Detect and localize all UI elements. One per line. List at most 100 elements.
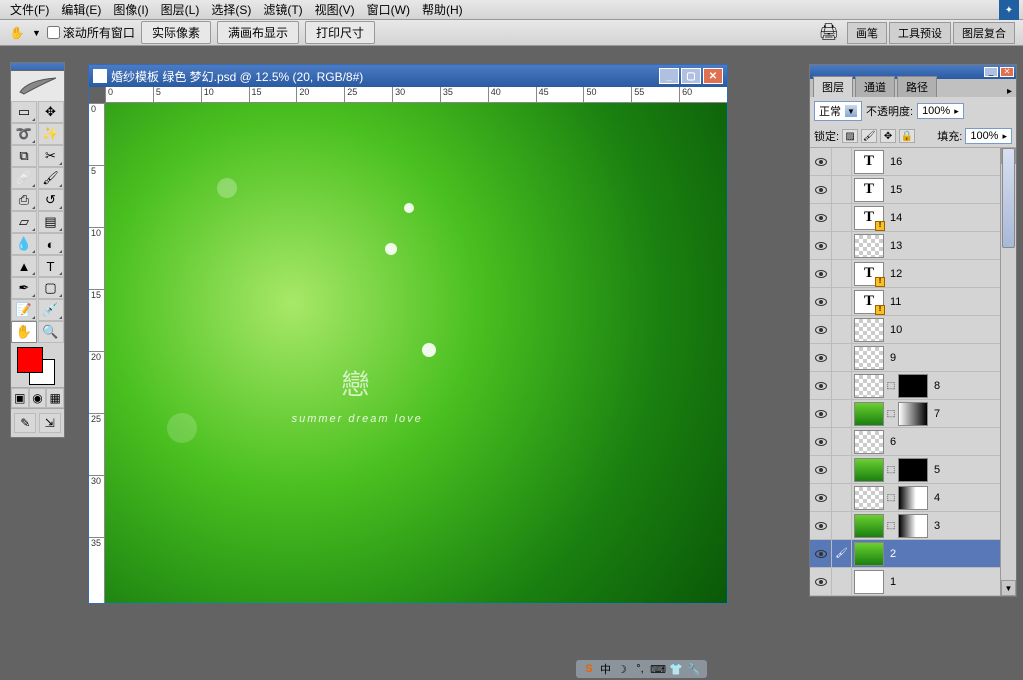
eraser-tool[interactable]: ▱ [11, 211, 37, 233]
layer-visibility-toggle[interactable] [810, 400, 832, 427]
layer-name[interactable]: 2 [886, 548, 896, 560]
menu-select[interactable]: 选择(S) [205, 0, 257, 20]
layer-name[interactable]: 10 [886, 324, 902, 336]
print-size-button[interactable]: 打印尺寸 [305, 21, 375, 44]
layer-link-col[interactable] [832, 568, 852, 595]
hand-tool-icon[interactable]: ✋ [8, 24, 26, 42]
layer-link-col[interactable] [832, 344, 852, 371]
fill-input[interactable]: 100% ▸ [965, 128, 1012, 144]
layer-thumbnail[interactable] [854, 234, 884, 258]
layer-row[interactable]: T!11 [810, 288, 1016, 316]
layer-name[interactable]: 8 [930, 380, 940, 392]
layer-name[interactable]: 3 [930, 520, 940, 532]
layer-row[interactable]: 6 [810, 428, 1016, 456]
layer-link-col[interactable] [832, 484, 852, 511]
fit-screen-button[interactable]: 满画布显示 [217, 21, 299, 44]
layer-visibility-toggle[interactable] [810, 148, 832, 175]
layer-row[interactable]: 13 [810, 232, 1016, 260]
canvas[interactable]: 戀 summer dream love [105, 103, 727, 603]
panel-minimize-icon[interactable]: _ [984, 67, 998, 77]
layer-visibility-toggle[interactable] [810, 232, 832, 259]
mask-link-icon[interactable]: ⬚ [886, 408, 896, 419]
text-layer-icon[interactable]: T! [854, 262, 884, 286]
layer-link-col[interactable] [832, 512, 852, 539]
layer-link-col[interactable] [832, 260, 852, 287]
menu-view[interactable]: 视图(V) [309, 0, 361, 20]
layer-thumbnail[interactable] [854, 318, 884, 342]
mask-link-icon[interactable]: ⬚ [886, 492, 896, 503]
jump-to-icon[interactable]: ⇲ [39, 413, 61, 433]
ruler-horizontal[interactable]: 051015202530354045505560 [105, 87, 727, 103]
document-titlebar[interactable]: 婚纱模板 绿色 梦幻.psd @ 12.5% (20, RGB/8#) _ ▢ … [89, 65, 727, 87]
eyedropper-tool[interactable]: 💉 [38, 299, 64, 321]
ruler-vertical[interactable]: 05101520253035 [89, 103, 105, 603]
layer-mask-thumbnail[interactable] [898, 458, 928, 482]
healing-tool[interactable]: 🩹 [11, 167, 37, 189]
layer-thumbnail[interactable] [854, 458, 884, 482]
tool-presets-tab[interactable]: 工具预设 [889, 22, 951, 44]
layer-link-col[interactable] [832, 400, 852, 427]
menu-edit[interactable]: 编辑(E) [55, 0, 107, 20]
layer-thumbnail[interactable] [854, 542, 884, 566]
history-brush-tool[interactable]: ↺ [38, 189, 64, 211]
layer-link-col[interactable] [832, 372, 852, 399]
layer-name[interactable]: 16 [886, 156, 902, 168]
layer-thumbnail[interactable] [854, 430, 884, 454]
layer-name[interactable]: 14 [886, 212, 902, 224]
text-layer-icon[interactable]: T! [854, 206, 884, 230]
ime-label[interactable]: 中 [600, 661, 611, 677]
foreground-color[interactable] [17, 347, 43, 373]
layer-thumbnail[interactable] [854, 570, 884, 594]
layer-name[interactable]: 12 [886, 268, 902, 280]
text-layer-icon[interactable]: T [854, 178, 884, 202]
slice-tool[interactable]: ✂ [38, 145, 64, 167]
layer-name[interactable]: 15 [886, 184, 902, 196]
close-button[interactable]: ✕ [703, 68, 723, 84]
marquee-tool[interactable]: ▭ [11, 101, 37, 123]
type-tool[interactable]: T [38, 255, 64, 277]
layer-visibility-toggle[interactable] [810, 372, 832, 399]
layer-thumbnail[interactable] [854, 486, 884, 510]
text-layer-icon[interactable]: T! [854, 290, 884, 314]
layer-thumbnail[interactable] [854, 346, 884, 370]
layer-name[interactable]: 6 [886, 436, 896, 448]
dropdown-icon[interactable]: ▼ [32, 28, 41, 38]
layer-row[interactable]: T16 [810, 148, 1016, 176]
layer-row[interactable]: T!14 [810, 204, 1016, 232]
blend-mode-select[interactable]: 正常 ▼ [814, 101, 862, 121]
layer-visibility-toggle[interactable] [810, 512, 832, 539]
layer-link-col[interactable] [832, 176, 852, 203]
panel-menu-icon[interactable]: ▸ [1003, 86, 1016, 97]
layer-comps-tab[interactable]: 图层复合 [953, 22, 1015, 44]
mask-link-icon[interactable]: ⬚ [886, 520, 896, 531]
minimize-button[interactable]: _ [659, 68, 679, 84]
menu-layer[interactable]: 图层(L) [155, 0, 206, 20]
layer-visibility-toggle[interactable] [810, 176, 832, 203]
shape-tool[interactable]: ▢ [38, 277, 64, 299]
layer-row[interactable]: ⬚5 [810, 456, 1016, 484]
layer-mask-thumbnail[interactable] [898, 486, 928, 510]
standard-mode-icon[interactable]: ▣ [11, 388, 29, 408]
layer-row[interactable]: ⬚7 [810, 400, 1016, 428]
lock-pixels-icon[interactable]: 🖌 [861, 129, 877, 143]
layer-link-col[interactable] [832, 288, 852, 315]
menu-help[interactable]: 帮助(H) [416, 0, 469, 20]
dodge-tool[interactable]: ◐ [38, 233, 64, 255]
layer-visibility-toggle[interactable] [810, 428, 832, 455]
layer-visibility-toggle[interactable] [810, 260, 832, 287]
tab-layers[interactable]: 图层 [813, 76, 853, 97]
layer-name[interactable]: 7 [930, 408, 940, 420]
layer-visibility-toggle[interactable] [810, 456, 832, 483]
menu-image[interactable]: 图像(I) [107, 0, 154, 20]
layer-link-col[interactable] [832, 456, 852, 483]
tab-paths[interactable]: 路径 [897, 76, 937, 97]
menu-filter[interactable]: 滤镜(T) [257, 0, 308, 20]
panel-close-icon[interactable]: ✕ [1000, 67, 1014, 77]
layer-link-col[interactable] [832, 204, 852, 231]
punct-icon[interactable]: °, [633, 662, 647, 676]
mask-link-icon[interactable]: ⬚ [886, 380, 896, 391]
layer-row[interactable]: 🖌2 [810, 540, 1016, 568]
layer-row[interactable]: ⬚8 [810, 372, 1016, 400]
moon-icon[interactable]: ☽ [615, 662, 629, 676]
layer-visibility-toggle[interactable] [810, 204, 832, 231]
